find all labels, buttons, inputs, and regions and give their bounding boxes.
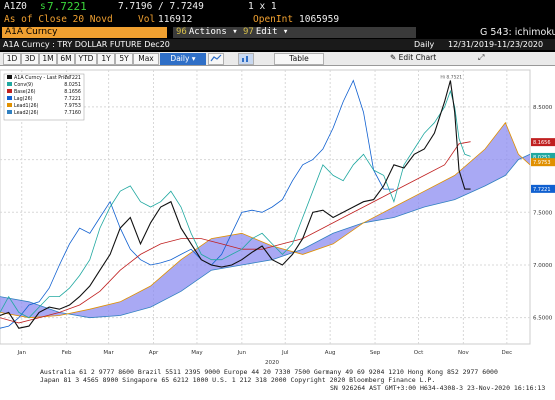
open-interest-value: 1065959 [299, 14, 340, 25]
x-tick-label: Sep [370, 350, 381, 356]
legend-label: A1A Curncy - Last Price [14, 75, 70, 81]
legend-label: Lead2(26) [14, 110, 39, 116]
x-tick-label: Apr [149, 350, 159, 356]
right-value-label: 7.7221 [533, 187, 551, 193]
legend-label: Lag(26) [14, 96, 33, 102]
legend-label: Base(26) [14, 89, 36, 95]
y-tick-label: 8.5000 [533, 105, 553, 111]
x-tick-label: Nov [458, 350, 469, 356]
legend-swatch [7, 89, 12, 93]
as-of-close: As of Close 20 Novd [4, 14, 113, 25]
footer-line-2: Japan 81 3 4565 8900 Singapore 65 6212 1… [40, 376, 436, 384]
volume-label: Vol [138, 14, 156, 25]
range-3d[interactable]: 3D [21, 53, 39, 65]
x-tick-label: Mar [103, 350, 114, 356]
trade-size: 1 x 1 [248, 1, 277, 12]
legend-label: Lead1(26) [14, 103, 39, 109]
toolbar: A1A Curncy 96 Actions ▾ 97 Edit ▾ G 543: i… [0, 26, 555, 39]
table-button[interactable]: Table [274, 53, 324, 65]
legend-value: 7.7221 [64, 75, 81, 81]
y-tick-label: 6.5000 [533, 316, 553, 322]
security-field[interactable]: A1A Curncy [2, 27, 167, 38]
right-value-label: 7.9753 [533, 160, 551, 166]
close-line: As of Close 20 Novd Vol 116912 OpenInt 1… [0, 13, 555, 26]
legend-value: 7.9753 [64, 103, 81, 109]
x-tick-label: Oct [414, 350, 424, 356]
footer: Australia 61 2 9777 8600 Brazil 5511 239… [0, 366, 555, 400]
x-tick-label: Jan [16, 350, 26, 356]
pencil-icon: ✎ [390, 53, 399, 62]
function-name: G 543: ichimoku [480, 27, 555, 38]
bar-chart-icon [242, 56, 248, 62]
bid-ask: 7.7196 / 7.7249 [118, 1, 204, 12]
edit-chart-label: Edit Chart [398, 53, 437, 62]
actions-label: Actions ▾ [188, 27, 238, 37]
edit-chart-button[interactable]: ✎ Edit Chart [390, 53, 436, 63]
legend-value: 7.7221 [64, 96, 81, 102]
y-tick-label: 7.0000 [533, 263, 553, 269]
range-1d[interactable]: 1D [3, 53, 21, 65]
expand-icon[interactable]: ⤢ [478, 53, 484, 63]
legend-swatch [7, 110, 12, 114]
y-tick-label: 7.5000 [533, 210, 553, 216]
legend-value: 8.1656 [64, 89, 81, 95]
edit-menu-button[interactable]: 97 Edit ▾ [240, 27, 296, 38]
price-prefix: s [40, 1, 46, 12]
chart-type-line-icon[interactable] [208, 53, 224, 65]
last-price: 7.7221 [47, 0, 87, 13]
legend-swatch [7, 82, 12, 86]
ichimoku-chart: 6.50007.00007.50008.00008.5000JanFebMarA… [0, 66, 555, 366]
x-tick-label: Dec [502, 350, 513, 356]
footer-line-1: Australia 61 2 9777 8600 Brazil 5511 239… [40, 368, 498, 376]
legend-value: 8.0251 [64, 82, 81, 88]
range-5y[interactable]: 5Y [115, 53, 133, 65]
chart-type-bar-icon[interactable] [238, 53, 254, 65]
footer-line-3: SN 926264 AST GMT+3:00 H634-4308-3 23-No… [330, 384, 546, 392]
x-tick-label: Jun [237, 350, 247, 356]
frequency: Daily [414, 40, 435, 49]
chart-subheader: A1A Curncy : TRY DOLLAR FUTURE Dec20 Dai… [0, 39, 555, 50]
chart-canvas: 6.50007.00007.50008.00008.5000JanFebMarA… [0, 69, 555, 366]
date-range: 12/31/2019-11/23/2020 [448, 40, 544, 49]
legend-swatch [7, 103, 12, 107]
x-tick-label: Aug [325, 350, 336, 356]
line-chart-icon [210, 54, 222, 62]
legend-value: 7.7160 [64, 110, 81, 116]
edit-label: Edit ▾ [255, 27, 289, 37]
actions-menu-button[interactable]: 96 Actions ▾ [173, 27, 241, 38]
legend-swatch [7, 75, 12, 79]
range-max[interactable]: Max [133, 53, 159, 65]
edit-shortcut: 97 [243, 27, 254, 37]
period-dropdown[interactable]: Daily ▾ [160, 53, 206, 65]
range-bar: 1D 3D 1M 6M YTD 1Y 5Y Max Daily ▾ Table … [0, 52, 555, 66]
legend-label: Conv(9) [14, 82, 33, 88]
range-ytd[interactable]: YTD [75, 53, 97, 65]
chart-title: A1A Curncy : TRY DOLLAR FUTURE Dec20 [3, 40, 170, 49]
quote-line: A1Z0 s 7.7221 7.7196 / 7.7249 1 x 1 [0, 0, 555, 13]
x-tick-label: Feb [62, 350, 72, 356]
volume-value: 116912 [158, 14, 193, 25]
range-6m[interactable]: 6M [57, 53, 75, 65]
range-1y[interactable]: 1Y [97, 53, 115, 65]
x-tick-label: Jul [281, 350, 289, 356]
ticker[interactable]: A1Z0 [4, 1, 27, 12]
right-value-label: 8.1656 [533, 140, 551, 146]
blank-field[interactable] [296, 27, 416, 38]
range-1m[interactable]: 1M [39, 53, 57, 65]
x-tick-label: May [191, 350, 203, 356]
peak-label: Hi 8.7521 [440, 74, 462, 80]
actions-shortcut: 96 [176, 27, 187, 37]
open-interest-label: OpenInt [253, 14, 294, 25]
legend-swatch [7, 96, 12, 100]
